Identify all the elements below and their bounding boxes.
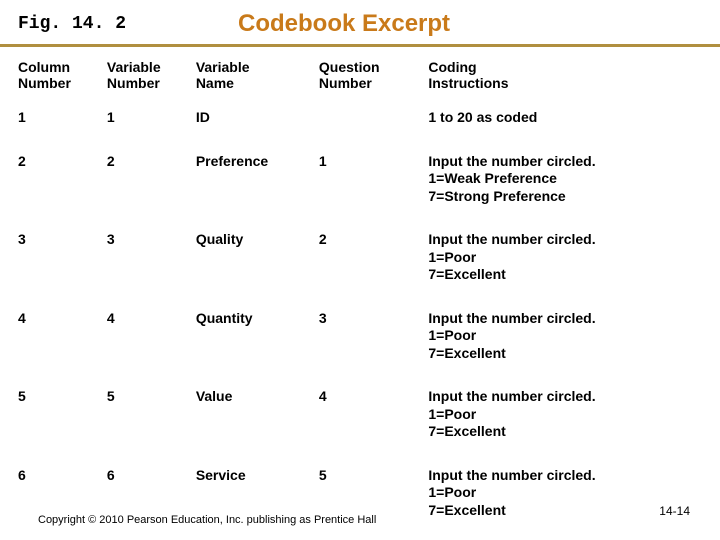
cell-coding-instructions: Input the number circled. 1=Poor 7=Excel…: [428, 378, 702, 457]
slide-content: Column Number Variable Number Variable N…: [0, 47, 720, 535]
cell-variable-name: Quality: [196, 221, 319, 300]
cell-variable-name: Preference: [196, 143, 319, 222]
cell-coding-instructions: Input the number circled. 1=Poor 7=Excel…: [428, 221, 702, 300]
cell-question-number: [319, 99, 428, 143]
header-variable-number: Variable Number: [107, 53, 196, 99]
cell-coding-instructions: Input the number circled. 1=Poor 7=Excel…: [428, 457, 702, 536]
table-row: 1 1 ID 1 to 20 as coded: [18, 99, 702, 143]
cell-variable-number: 5: [107, 378, 196, 457]
figure-label: Fig. 14. 2: [18, 14, 238, 34]
cell-coding-instructions: Input the number circled. 1=Poor 7=Excel…: [428, 300, 702, 379]
header-column-number: Column Number: [18, 53, 107, 99]
table-row: 3 3 Quality 2 Input the number circled. …: [18, 221, 702, 300]
table-header-row: Column Number Variable Number Variable N…: [18, 53, 702, 99]
cell-column-number: 4: [18, 300, 107, 379]
cell-variable-number: 2: [107, 143, 196, 222]
codebook-table: Column Number Variable Number Variable N…: [18, 53, 702, 535]
cell-coding-instructions: 1 to 20 as coded: [428, 99, 702, 143]
cell-column-number: 1: [18, 99, 107, 143]
cell-variable-name: Value: [196, 378, 319, 457]
cell-column-number: 5: [18, 378, 107, 457]
header-question-number: Question Number: [319, 53, 428, 99]
slide-header: Fig. 14. 2 Codebook Excerpt: [0, 0, 720, 47]
cell-variable-number: 1: [107, 99, 196, 143]
copyright-footer: Copyright © 2010 Pearson Education, Inc.…: [38, 514, 376, 526]
header-coding-instructions: Coding Instructions: [428, 53, 702, 99]
table-row: 2 2 Preference 1 Input the number circle…: [18, 143, 702, 222]
cell-variable-name: ID: [196, 99, 319, 143]
page-number: 14-14: [659, 504, 690, 518]
cell-variable-number: 4: [107, 300, 196, 379]
header-variable-name: Variable Name: [196, 53, 319, 99]
cell-question-number: 3: [319, 300, 428, 379]
table-row: 4 4 Quantity 3 Input the number circled.…: [18, 300, 702, 379]
cell-question-number: 4: [319, 378, 428, 457]
slide-title: Codebook Excerpt: [238, 10, 702, 38]
cell-column-number: 2: [18, 143, 107, 222]
cell-variable-number: 3: [107, 221, 196, 300]
cell-question-number: 2: [319, 221, 428, 300]
cell-question-number: 1: [319, 143, 428, 222]
cell-coding-instructions: Input the number circled. 1=Weak Prefere…: [428, 143, 702, 222]
cell-column-number: 3: [18, 221, 107, 300]
cell-variable-name: Quantity: [196, 300, 319, 379]
table-row: 5 5 Value 4 Input the number circled. 1=…: [18, 378, 702, 457]
